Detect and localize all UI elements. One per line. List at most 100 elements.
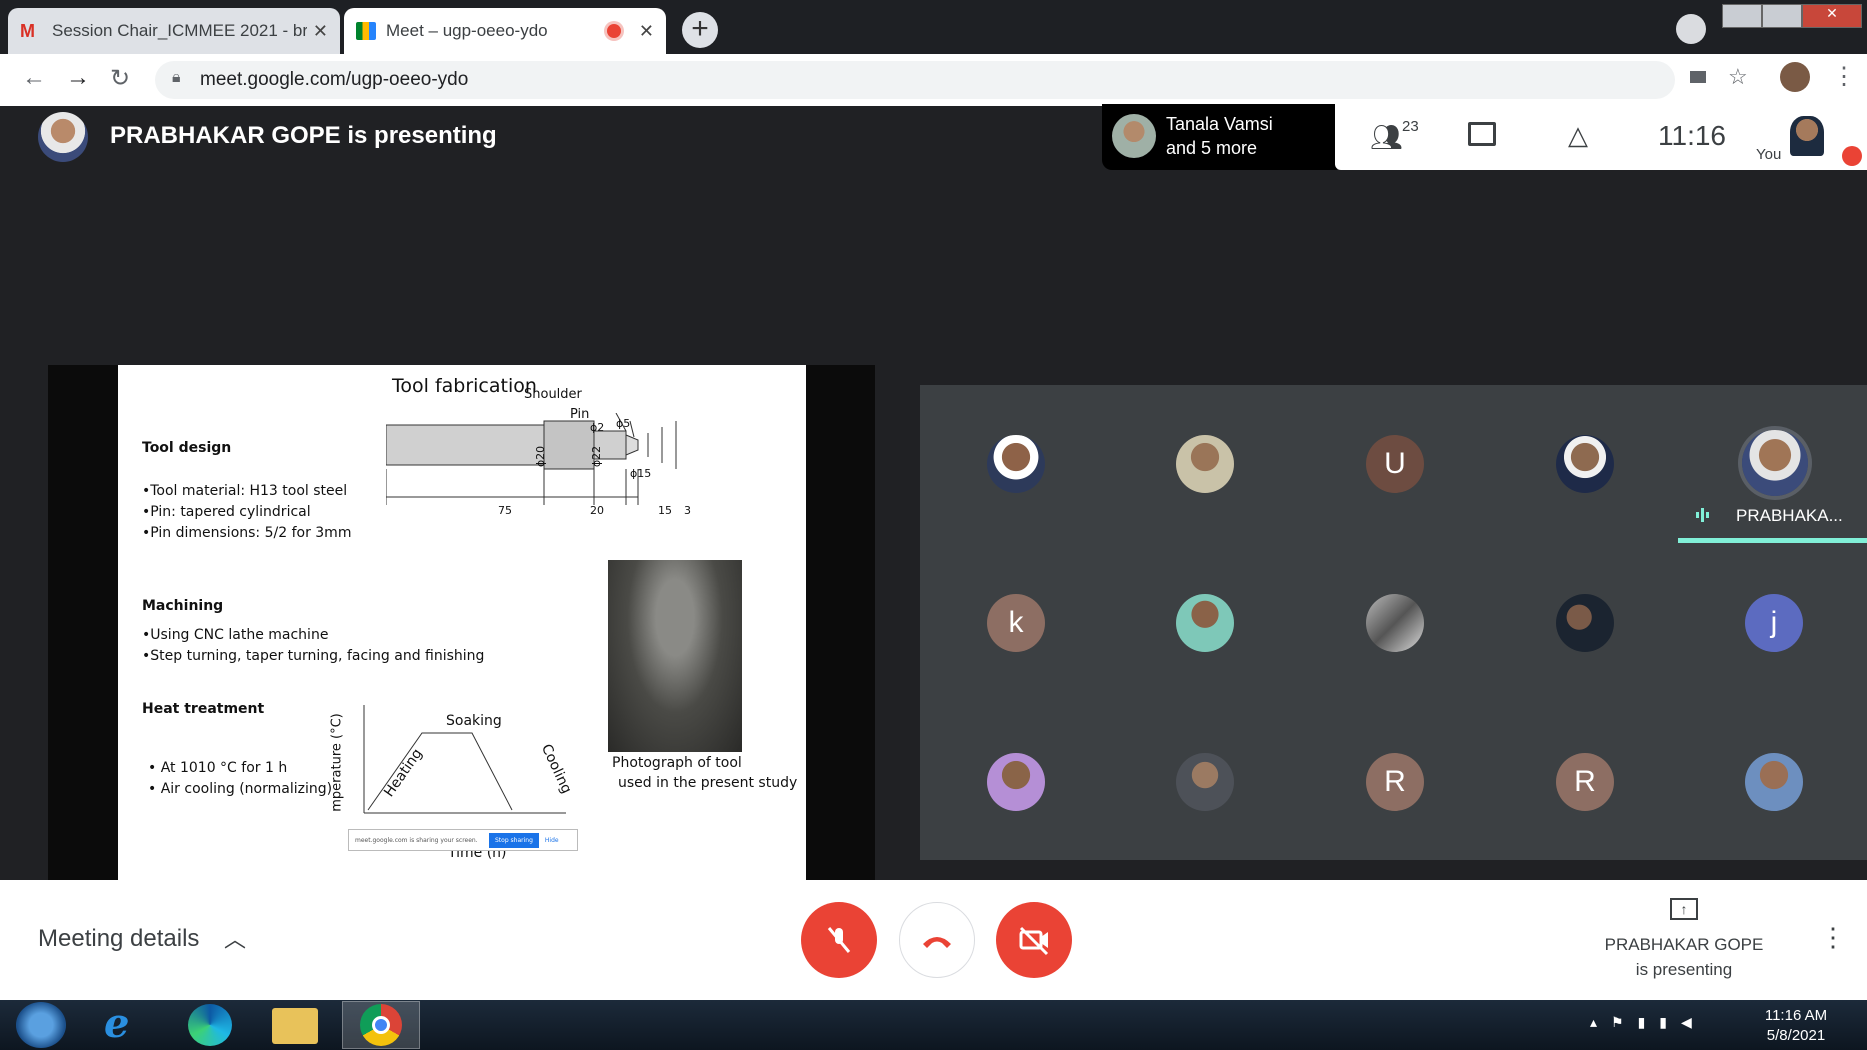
participant-tile[interactable]: U	[1366, 435, 1424, 493]
present-now-icon[interactable]: ↑	[1670, 898, 1698, 920]
machining-item: •Step turning, taper turning, facing and…	[142, 648, 485, 664]
screen-share-bar: meet.google.com is sharing your screen. …	[348, 829, 578, 851]
system-clock[interactable]: 11:16 AM 5/8/2021	[1756, 1006, 1836, 1046]
edge-icon[interactable]	[188, 1004, 232, 1046]
close-tab-icon[interactable]: ✕	[639, 21, 654, 42]
soaking-label: Soaking	[446, 713, 502, 729]
participant-tile-active[interactable]	[1742, 430, 1808, 496]
participant-tile[interactable]	[987, 435, 1045, 493]
taskbar-date: 5/8/2021	[1766, 1027, 1826, 1044]
participant-count: 23	[1402, 118, 1419, 135]
d22-label: ϕ22	[590, 445, 604, 468]
meeting-details-button[interactable]: Meeting details	[38, 925, 199, 953]
participant-tile[interactable]	[1556, 435, 1614, 493]
participant-tile[interactable]	[987, 753, 1045, 811]
menu-icon[interactable]: ⋮	[1832, 62, 1856, 91]
presenting-title: PRABHAKAR GOPE is presenting	[110, 122, 497, 149]
lock-icon: 🔒︎	[172, 69, 181, 86]
internet-explorer-icon[interactable]: e	[104, 1002, 129, 1046]
self-avatar	[1790, 116, 1824, 156]
start-button[interactable]	[16, 1002, 66, 1048]
machining-heading: Machining	[142, 598, 224, 614]
meet-icon	[356, 22, 376, 40]
system-tray-icons[interactable]: ▴⚑▮▮◀	[1590, 1014, 1706, 1031]
speaker-avatar	[1112, 114, 1156, 158]
new-tab-button[interactable]: +	[682, 12, 718, 48]
microphone-off-button[interactable]	[801, 902, 877, 978]
chat-icon[interactable]	[1468, 122, 1496, 146]
muted-icon	[1842, 146, 1862, 166]
file-explorer-icon[interactable]	[272, 1008, 318, 1044]
participant-tile[interactable]: R	[1366, 753, 1424, 811]
tab-title: Meet – ugp-oeeo-ydo	[386, 21, 548, 40]
participant-tile[interactable]	[1176, 594, 1234, 652]
bookmark-star-icon[interactable]: ☆	[1728, 64, 1748, 90]
hide-button[interactable]: Hide	[545, 837, 559, 844]
leave-call-button[interactable]	[899, 902, 975, 978]
participant-tile[interactable]	[1745, 753, 1803, 811]
photo-caption: Photograph of tool	[612, 755, 742, 771]
speaker-name-line1: Tanala Vamsi	[1166, 114, 1273, 134]
participant-tile[interactable]: k	[987, 594, 1045, 652]
camera-off-icon	[1019, 926, 1049, 956]
participant-tile[interactable]: j	[1745, 594, 1803, 652]
participant-tile[interactable]	[1176, 435, 1234, 493]
maximize-button[interactable]	[1762, 4, 1802, 28]
participant-tile[interactable]	[1556, 594, 1614, 652]
tool-photograph	[608, 560, 742, 752]
presenting-status: PRABHAKAR GOPE is presenting	[1560, 932, 1808, 982]
profile-dropdown-icon[interactable]	[1676, 14, 1706, 44]
taskbar-time: 11:16 AM	[1764, 1007, 1828, 1024]
participant-tile[interactable]: R	[1556, 753, 1614, 811]
stop-sharing-button[interactable]: Stop sharing	[489, 832, 539, 848]
presenting-status-name: PRABHAKAR GOPE	[1604, 935, 1764, 954]
tool-design-heading: Tool design	[142, 440, 232, 456]
close-window-button[interactable]: ✕	[1802, 4, 1862, 28]
graph-y-axis-label: mperature (°C)	[329, 713, 345, 812]
speaker-name-line2: and 5 more	[1166, 138, 1258, 158]
gmail-icon: M	[20, 21, 35, 41]
d15-label: ϕ15	[630, 467, 652, 480]
tool-design-item: •Pin: tapered cylindrical	[142, 504, 311, 520]
camera-icon[interactable]	[1690, 71, 1706, 83]
reload-icon[interactable]: ↻	[110, 64, 130, 93]
activities-icon[interactable]: △	[1568, 120, 1588, 151]
speaker-names: Tanala Vamsi and 5 more	[1166, 112, 1273, 160]
length-75-label: 75	[498, 504, 512, 517]
length-20-label: 20	[590, 504, 604, 517]
tab-gmail[interactable]: M Session Chair_ICMMEE 2021 - br ✕	[8, 8, 340, 54]
share-notice-text: meet.google.com is sharing your screen.	[355, 836, 478, 844]
heat-item: • Air cooling (normalizing)	[148, 781, 333, 797]
tab-title: Session Chair_ICMMEE 2021 - br	[52, 21, 307, 40]
pin-label: Pin	[570, 407, 590, 422]
camera-off-button[interactable]	[996, 902, 1072, 978]
presenting-status-text: is presenting	[1635, 960, 1733, 979]
heat-item: • At 1010 °C for 1 h	[148, 760, 288, 776]
shoulder-label: Shoulder	[524, 387, 582, 402]
active-speaker-bar	[1678, 538, 1867, 543]
presenter-avatar	[38, 112, 88, 162]
hang-up-icon	[923, 937, 951, 948]
d2-label: ϕ2	[590, 421, 605, 434]
slide-title: Tool fabrication	[392, 375, 537, 397]
machining-item: •Using CNC lathe machine	[142, 627, 329, 643]
chevron-up-icon[interactable]: ︿	[224, 922, 246, 954]
presentation-slide: Tool fabrication Tool design •Tool mater…	[118, 365, 806, 880]
participant-tile[interactable]	[1176, 753, 1234, 811]
clock-time: 11:16	[1658, 120, 1726, 151]
speaking-indicator-icon	[1696, 508, 1710, 522]
minimize-button[interactable]	[1722, 4, 1762, 28]
close-tab-icon[interactable]: ✕	[313, 21, 328, 42]
url-text: meet.google.com/ugp-oeeo-ydo	[200, 69, 469, 90]
people-icon[interactable]: 👥︎	[1370, 122, 1403, 153]
tab-meet[interactable]: Meet – ugp-oeeo-ydo ✕	[344, 8, 666, 54]
back-icon[interactable]: ←	[22, 64, 46, 92]
profile-avatar[interactable]	[1780, 62, 1810, 92]
forward-icon[interactable]: →	[66, 64, 90, 92]
more-options-icon[interactable]: ⋮	[1820, 922, 1846, 953]
active-speaker-name: PRABHAKA...	[1736, 506, 1843, 525]
chrome-icon	[360, 1004, 402, 1046]
participant-tile[interactable]	[1366, 594, 1424, 652]
microphone-off-icon	[827, 927, 851, 953]
recording-icon	[606, 24, 621, 38]
